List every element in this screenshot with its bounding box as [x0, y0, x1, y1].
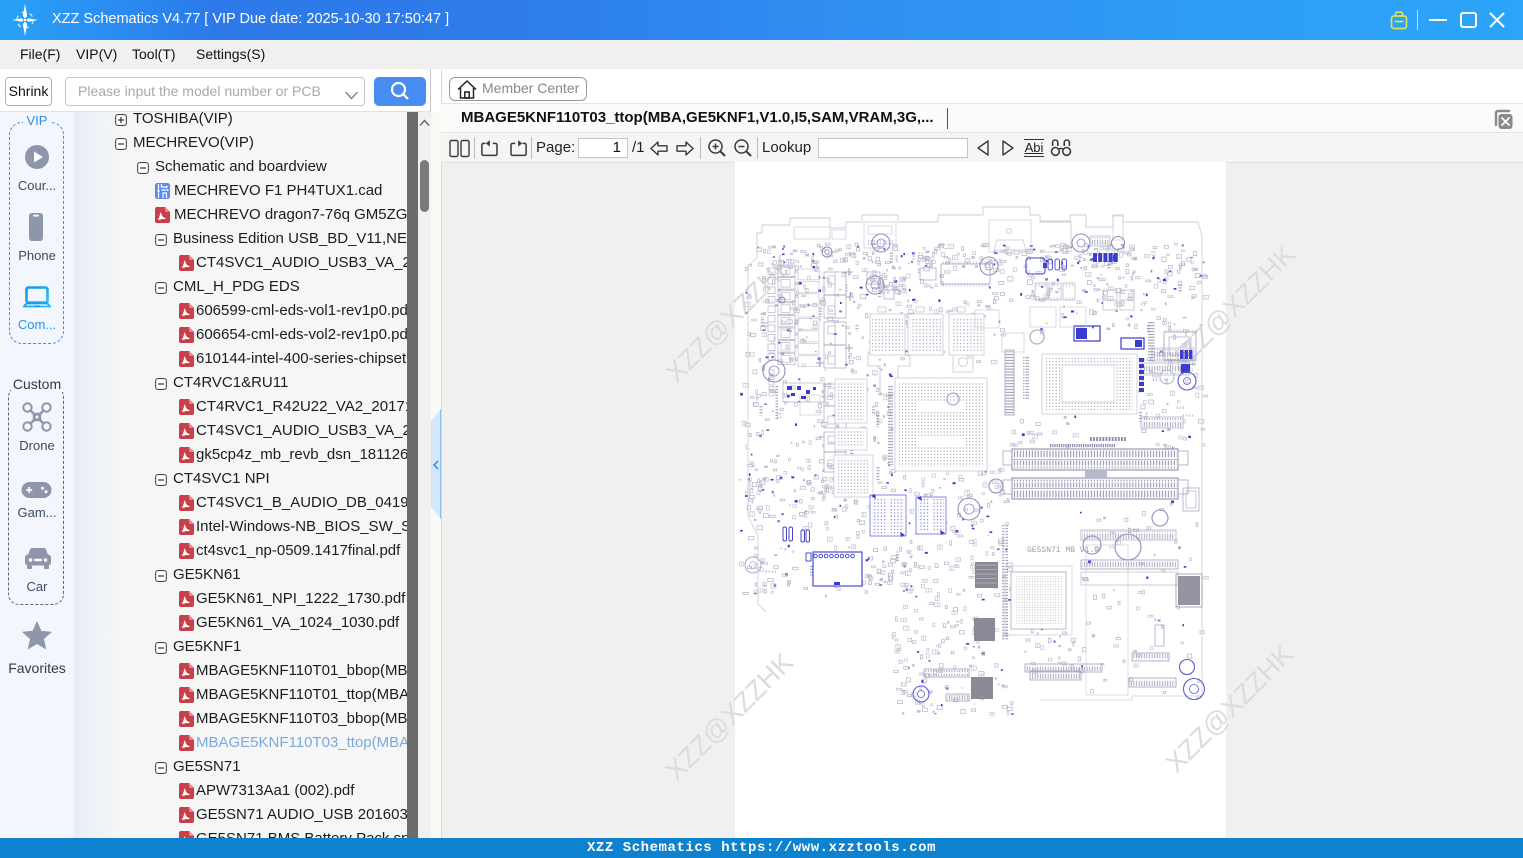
svg-text:GE5SN71 MB V1.0: GE5SN71 MB V1.0 [1027, 546, 1099, 555]
